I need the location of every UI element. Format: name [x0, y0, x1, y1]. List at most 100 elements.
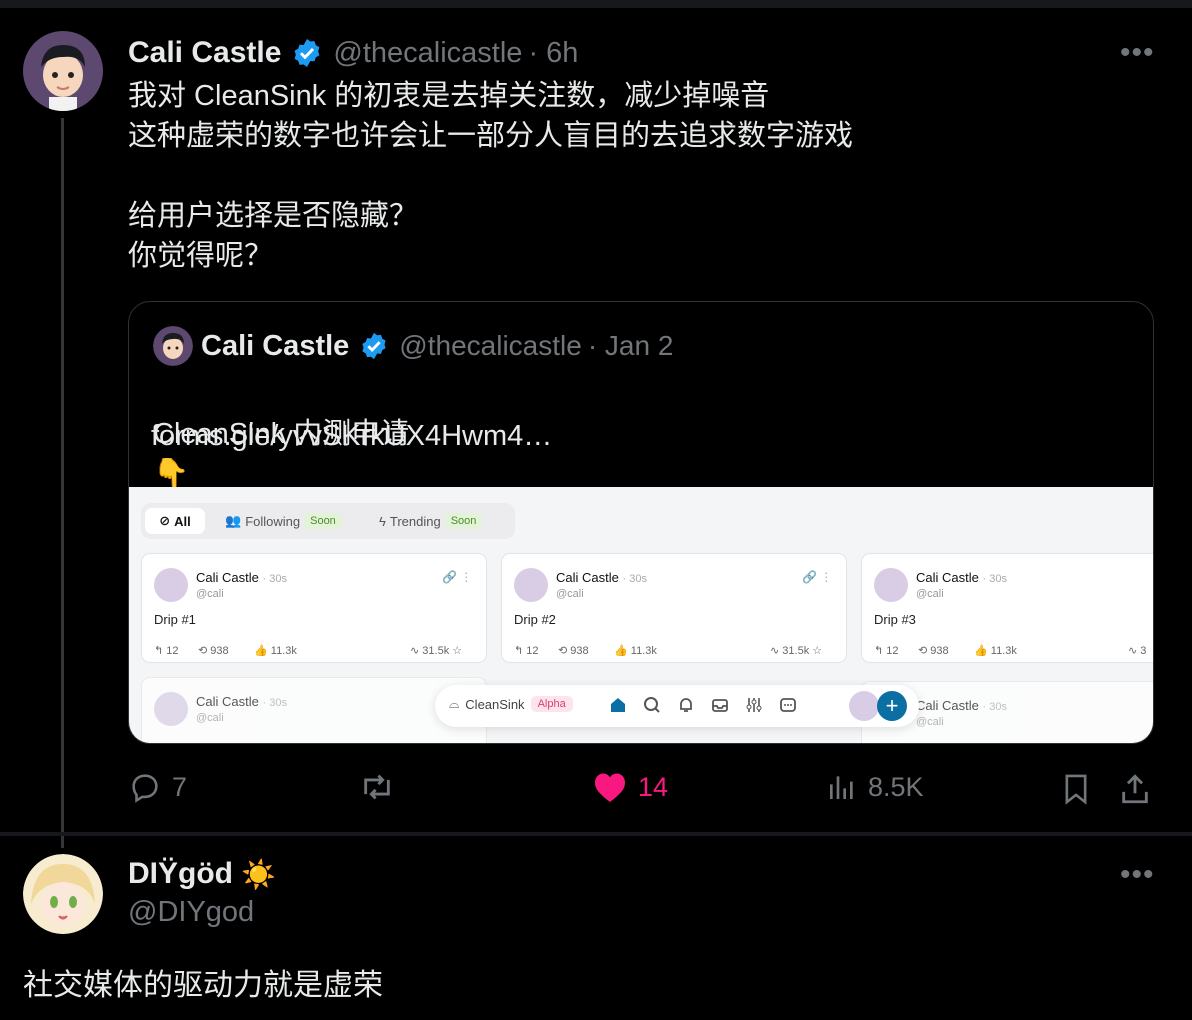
tab-trending: ϟ Trending Soon	[379, 508, 483, 534]
card-reposts: ⟲ 938	[558, 645, 589, 657]
repost-button[interactable]	[358, 770, 406, 804]
like-count: 14	[638, 771, 669, 802]
card-views: ∿ 3	[1128, 645, 1147, 657]
repost-icon	[364, 774, 390, 800]
card-replies: ↰ 12	[514, 645, 539, 657]
card-avatar	[154, 692, 188, 726]
reply-more-options-icon[interactable]: •••	[1120, 858, 1155, 892]
quote-media-screenshot[interactable]: ⊘ All 👥 Following Soon ϟ Trending Soon C…	[129, 487, 1153, 743]
quote-link[interactable]: forms.gle/yvvSKrkUX4Hwm4…	[151, 416, 552, 456]
drip-card: Cali Castle · 30s @cali 🔗 ⋮ Drip #1 ↰ 12…	[141, 553, 487, 663]
share-icon[interactable]	[1118, 772, 1152, 811]
search-icon	[641, 694, 663, 716]
card-avatar	[514, 568, 548, 602]
card-text: Drip #2	[514, 612, 556, 627]
link-icon: 🔗 ⋮	[442, 570, 473, 584]
views-count: 8.5K	[868, 771, 924, 802]
tab-all-label: All	[174, 513, 191, 529]
feed-tabs: ⊘ All 👥 Following Soon ϟ Trending Soon	[141, 503, 515, 539]
quote-author-avatar	[153, 326, 193, 366]
card-handle: @cali	[916, 716, 944, 728]
card-author: Cali Castle · 30s	[196, 570, 287, 585]
reply-count: 7	[172, 771, 188, 802]
quote-timestamp: · Jan 2	[587, 330, 674, 361]
card-author: Cali Castle · 30s	[916, 570, 1007, 585]
card-views: ∿ 31.5k ☆	[770, 645, 823, 657]
card-handle: @cali	[556, 588, 584, 600]
card-handle: @cali	[196, 588, 224, 600]
dock-avatar	[849, 691, 879, 721]
link-icon: 🔗 ⋮	[802, 570, 833, 584]
reply-text: 社交媒体的驱动力就是虚荣	[23, 969, 383, 1002]
reply-author-avatar[interactable]	[23, 854, 103, 934]
verified-badge-icon	[291, 37, 323, 69]
thread-connector-line	[61, 118, 64, 848]
all-icon: ⊘	[159, 513, 171, 528]
author-name[interactable]: Cali Castle	[128, 36, 281, 70]
chat-icon	[777, 694, 799, 716]
card-replies: ↰ 12	[154, 645, 179, 657]
reply-author-name[interactable]: DIŸgöd	[128, 857, 233, 891]
card-author: Cali Castle · 30s	[556, 570, 647, 585]
sink-icon: ⌓	[449, 696, 460, 711]
analytics-icon	[830, 776, 853, 799]
author-handle[interactable]: @thecalicastle	[333, 37, 522, 70]
card-replies: ↰ 12	[874, 645, 899, 657]
quote-author-handle: @thecalicastle	[399, 330, 582, 361]
like-button[interactable]: 14	[592, 770, 668, 804]
dock-app-name: CleanSink	[465, 696, 525, 712]
bookmark-icon[interactable]	[1060, 772, 1092, 811]
dock-brand: ⌓ CleanSink Alpha	[449, 696, 573, 712]
card-reposts: ⟲ 938	[918, 645, 949, 657]
card-handle: @cali	[916, 588, 944, 600]
quote-verified-badge-icon	[359, 331, 389, 361]
tweet-timestamp[interactable]: · 6h	[528, 37, 578, 70]
tab-all: ⊘ All	[145, 508, 205, 534]
card-likes: 👍 11.3k	[614, 645, 657, 657]
alpha-badge: Alpha	[530, 696, 573, 712]
users-icon: 👥	[225, 513, 242, 528]
quoted-tweet[interactable]: Cali Castle @thecalicastle · Jan 2 Clean…	[128, 301, 1154, 744]
reply-button[interactable]: 7	[128, 770, 187, 804]
bolt-icon: ϟ	[379, 513, 386, 529]
card-likes: 👍 11.3k	[974, 645, 1017, 657]
quote-author-name: Cali Castle	[201, 329, 350, 362]
sliders-icon	[743, 694, 765, 716]
tab-trending-label: Trending	[389, 513, 441, 529]
tweet-text: 我对 CleanSink 的初衷是去掉关注数，减少掉噪音 这种虚荣的数字也许会让…	[128, 80, 854, 272]
card-text: Drip #1	[154, 612, 196, 627]
card-avatar	[154, 568, 188, 602]
drip-card: Cali Castle · 30s @cali Drip #3 ↰ 12 ⟲ 9…	[861, 553, 1153, 663]
tweet-header: Cali Castle @thecalicastle · 6h	[128, 34, 578, 72]
inbox-icon	[709, 694, 731, 716]
reply-author-handle[interactable]: @DIYgod	[128, 896, 254, 929]
author-avatar[interactable]	[23, 31, 103, 111]
quote-header: Cali Castle @thecalicastle · Jan 2	[201, 328, 673, 364]
soon-badge: Soon	[444, 513, 483, 529]
reply-header: DIŸgöd ☀️	[128, 855, 276, 893]
views-button[interactable]: 8.5K	[826, 770, 924, 804]
card-likes: 👍 11.3k	[254, 645, 297, 657]
soon-badge: Soon	[304, 513, 342, 529]
card-author: Cali Castle · 30s	[916, 698, 1007, 713]
pointing-down-emoji-icon: 👇	[153, 458, 190, 490]
card-author: Cali Castle · 30s	[196, 694, 287, 709]
more-options-icon[interactable]: •••	[1120, 36, 1155, 70]
sun-emoji-icon: ☀️	[241, 858, 276, 890]
drip-card: Cali Castle · 30s @cali 🔗 ⋮ Drip #2 ↰ 12…	[501, 553, 847, 663]
card-handle: @cali	[196, 712, 224, 724]
tab-following-label: Following	[245, 513, 301, 529]
card-avatar	[874, 568, 908, 602]
reply-icon	[132, 774, 158, 803]
tab-following: 👥 Following Soon	[225, 508, 342, 534]
compose-plus-icon: +	[877, 691, 907, 721]
home-icon	[607, 694, 629, 716]
card-reposts: ⟲ 938	[198, 645, 229, 657]
top-divider	[0, 0, 1192, 8]
bell-icon	[675, 694, 697, 716]
app-dock: ⌓ CleanSink Alpha +	[435, 685, 919, 727]
card-text: Drip #3	[874, 612, 916, 627]
card-views: ∿ 31.5k ☆	[410, 645, 463, 657]
tweet-divider	[0, 832, 1192, 836]
heart-icon	[595, 773, 625, 802]
